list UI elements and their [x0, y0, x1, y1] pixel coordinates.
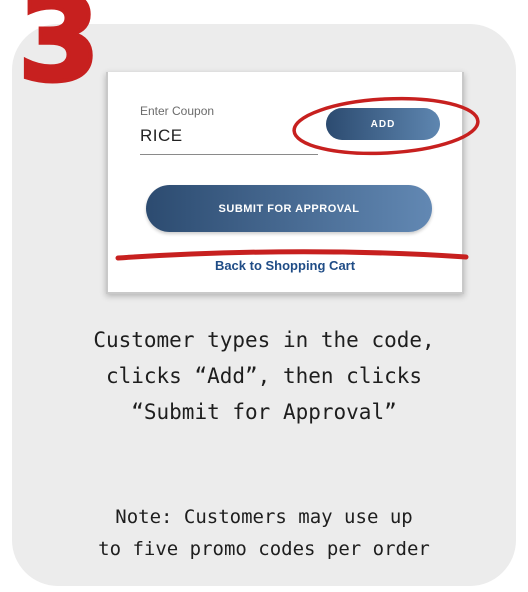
coupon-input[interactable]: RICE — [140, 126, 183, 146]
step-number: 3 — [16, 0, 102, 108]
add-coupon-button[interactable]: ADD — [326, 108, 440, 140]
coupon-label: Enter Coupon — [140, 104, 215, 118]
promo-note: Note: Customers may use up to five promo… — [12, 501, 516, 565]
note-line: to five promo codes per order — [98, 538, 430, 560]
submit-for-approval-button[interactable]: SUBMIT FOR APPROVAL — [146, 185, 432, 232]
checkout-screenshot: Enter Coupon RICE ADD SUBMIT FOR APPROVA… — [106, 72, 464, 294]
caption-line: “Submit for Approval” — [131, 400, 397, 424]
instruction-caption: Customer types in the code, clicks “Add”… — [12, 322, 516, 430]
coupon-input-underline — [140, 154, 318, 155]
note-line: Note: Customers may use up — [115, 506, 413, 528]
caption-line: clicks “Add”, then clicks — [105, 364, 423, 388]
caption-line: Customer types in the code, — [93, 328, 435, 352]
back-to-shopping-cart-link[interactable]: Back to Shopping Cart — [108, 258, 462, 273]
